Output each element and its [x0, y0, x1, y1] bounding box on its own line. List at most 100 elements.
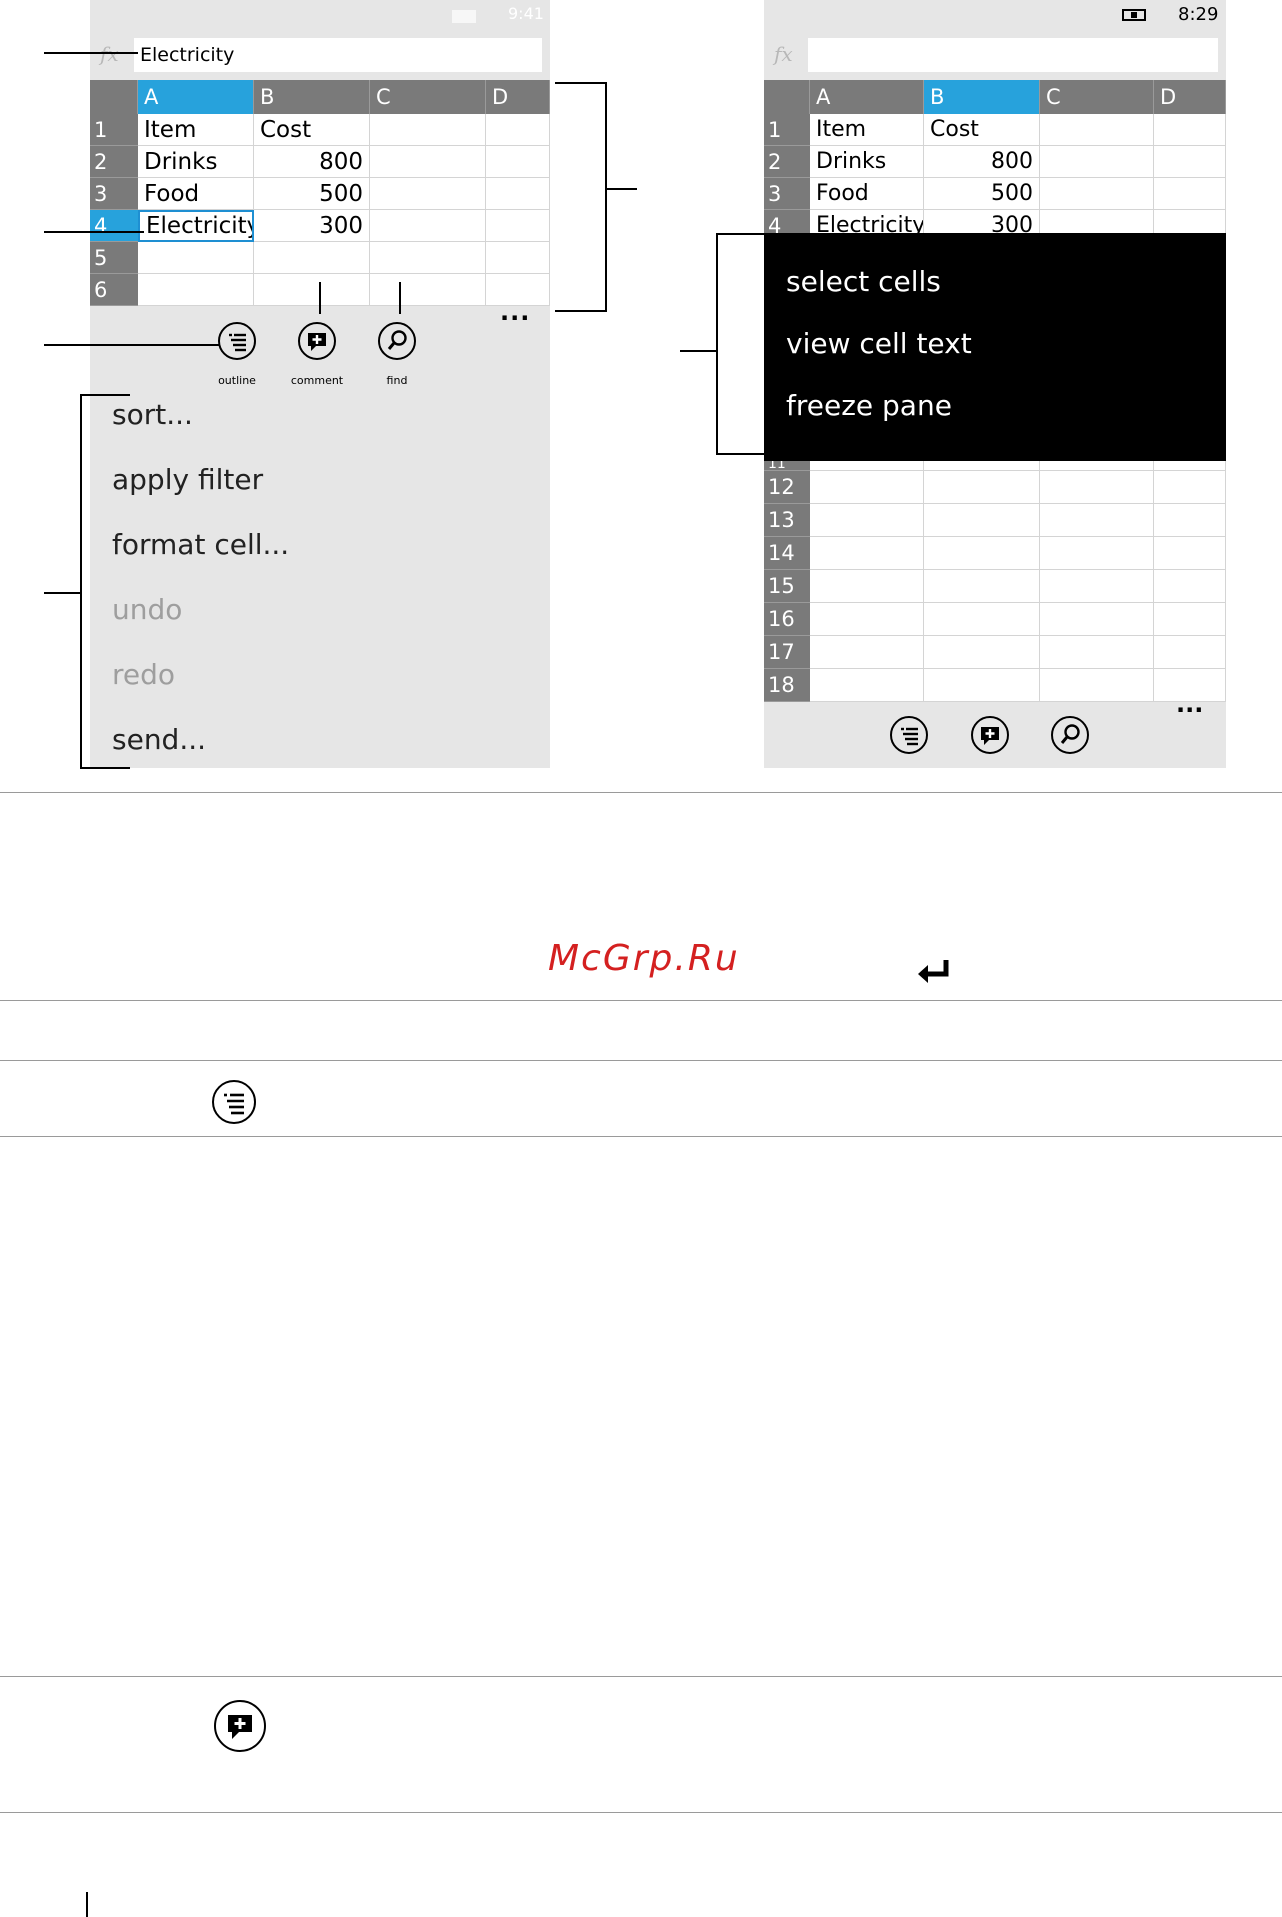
column-header-b[interactable]: B: [254, 80, 370, 114]
cell-a[interactable]: [810, 537, 924, 570]
row-header[interactable]: 4: [90, 210, 138, 242]
comment-icon[interactable]: [971, 716, 1009, 754]
menu-item[interactable]: sort...: [112, 398, 193, 431]
row-header[interactable]: 2: [90, 146, 138, 178]
row-header[interactable]: 1: [764, 114, 810, 146]
cell-b[interactable]: [924, 603, 1040, 636]
row-header[interactable]: 5: [90, 242, 138, 274]
cell-c[interactable]: [370, 114, 486, 146]
cell-b[interactable]: [924, 461, 1040, 471]
cell-d[interactable]: [1154, 603, 1226, 636]
cell-d[interactable]: [1154, 461, 1226, 471]
column-header-d[interactable]: D: [486, 80, 550, 114]
column-header-a[interactable]: A: [138, 80, 254, 114]
cell-a[interactable]: [810, 471, 924, 504]
spreadsheet-grid[interactable]: A B C D 1 Item Cost 2 Drinks 800 3 Food 500 4 Elec…: [90, 80, 550, 306]
cell-d[interactable]: [486, 114, 550, 146]
find-icon[interactable]: [1051, 716, 1089, 754]
cell-a[interactable]: Item: [138, 114, 254, 146]
cell-b[interactable]: [254, 274, 370, 306]
context-menu-item-select-cells[interactable]: select cells: [786, 265, 941, 298]
cell-c[interactable]: [370, 178, 486, 210]
cell-b[interactable]: [924, 471, 1040, 504]
cell-a[interactable]: [138, 242, 254, 274]
formula-input[interactable]: Electricity: [134, 38, 542, 72]
cell-a[interactable]: Electricity: [138, 210, 254, 242]
row-header[interactable]: 2: [764, 146, 810, 178]
cell-c[interactable]: [370, 210, 486, 242]
cell-b[interactable]: [924, 537, 1040, 570]
row-header[interactable]: 13: [764, 504, 810, 537]
row-header[interactable]: 12: [764, 471, 810, 504]
cell-b[interactable]: [924, 669, 1040, 702]
cell-a[interactable]: [810, 636, 924, 669]
column-header-c[interactable]: C: [370, 80, 486, 114]
cell-c[interactable]: [370, 274, 486, 306]
row-header[interactable]: 15: [764, 570, 810, 603]
cell-b[interactable]: [924, 636, 1040, 669]
cell-c[interactable]: [1040, 471, 1154, 504]
outline-icon[interactable]: [890, 716, 928, 754]
cell-d[interactable]: [486, 178, 550, 210]
cell-a[interactable]: Drinks: [138, 146, 254, 178]
outline-icon[interactable]: [218, 322, 256, 360]
cell-b[interactable]: 300: [254, 210, 370, 242]
cell-d[interactable]: [1154, 504, 1226, 537]
cell-d[interactable]: [1154, 114, 1226, 146]
cell-d[interactable]: [1154, 636, 1226, 669]
cell-a[interactable]: Food: [810, 178, 924, 210]
column-header-d[interactable]: D: [1154, 80, 1226, 114]
cell-d[interactable]: [1154, 178, 1226, 210]
cell-d[interactable]: [486, 146, 550, 178]
cell-d[interactable]: [1154, 537, 1226, 570]
cell-c[interactable]: [1040, 504, 1154, 537]
menu-item[interactable]: apply filter: [112, 463, 263, 496]
context-menu-item-freeze-pane[interactable]: freeze pane: [786, 389, 952, 422]
find-icon[interactable]: [378, 322, 416, 360]
column-header-b[interactable]: B: [924, 80, 1040, 114]
row-header[interactable]: 3: [90, 178, 138, 210]
cell-b[interactable]: [254, 242, 370, 274]
cell-a[interactable]: [138, 274, 254, 306]
column-header-a[interactable]: A: [810, 80, 924, 114]
menu-item[interactable]: format cell...: [112, 528, 289, 561]
cell-a[interactable]: Drinks: [810, 146, 924, 178]
row-header[interactable]: 16: [764, 603, 810, 636]
row-header[interactable]: 11: [764, 461, 810, 471]
cell-a[interactable]: Item: [810, 114, 924, 146]
row-header[interactable]: 17: [764, 636, 810, 669]
cell-b[interactable]: [924, 504, 1040, 537]
menu-item[interactable]: send...: [112, 723, 206, 756]
cell-c[interactable]: [1040, 114, 1154, 146]
cell-b[interactable]: 800: [924, 146, 1040, 178]
cell-d[interactable]: [486, 210, 550, 242]
cell-c[interactable]: [370, 146, 486, 178]
cell-a[interactable]: [810, 504, 924, 537]
row-header[interactable]: 18: [764, 669, 810, 702]
cell-d[interactable]: [486, 242, 550, 274]
formula-input[interactable]: [808, 38, 1218, 72]
cell-a[interactable]: [810, 669, 924, 702]
cell-c[interactable]: [1040, 669, 1154, 702]
column-header-c[interactable]: C: [1040, 80, 1154, 114]
cell-c[interactable]: [1040, 636, 1154, 669]
cell-d[interactable]: [1154, 570, 1226, 603]
row-header[interactable]: 1: [90, 114, 138, 146]
more-button[interactable]: ...: [1176, 690, 1203, 718]
row-header[interactable]: 14: [764, 537, 810, 570]
context-menu-item-view-cell-text[interactable]: view cell text: [786, 327, 972, 360]
cell-d[interactable]: [1154, 146, 1226, 178]
cell-a[interactable]: [810, 603, 924, 636]
cell-c[interactable]: [1040, 178, 1154, 210]
cell-c[interactable]: [1040, 603, 1154, 636]
cell-a[interactable]: [810, 570, 924, 603]
cell-b[interactable]: Cost: [254, 114, 370, 146]
row-header[interactable]: 3: [764, 178, 810, 210]
cell-d[interactable]: [1154, 471, 1226, 504]
cell-b[interactable]: 500: [254, 178, 370, 210]
cell-b[interactable]: 800: [254, 146, 370, 178]
cell-b[interactable]: 500: [924, 178, 1040, 210]
cell-c[interactable]: [370, 242, 486, 274]
more-button[interactable]: ...: [500, 298, 530, 326]
cell-c[interactable]: [1040, 537, 1154, 570]
